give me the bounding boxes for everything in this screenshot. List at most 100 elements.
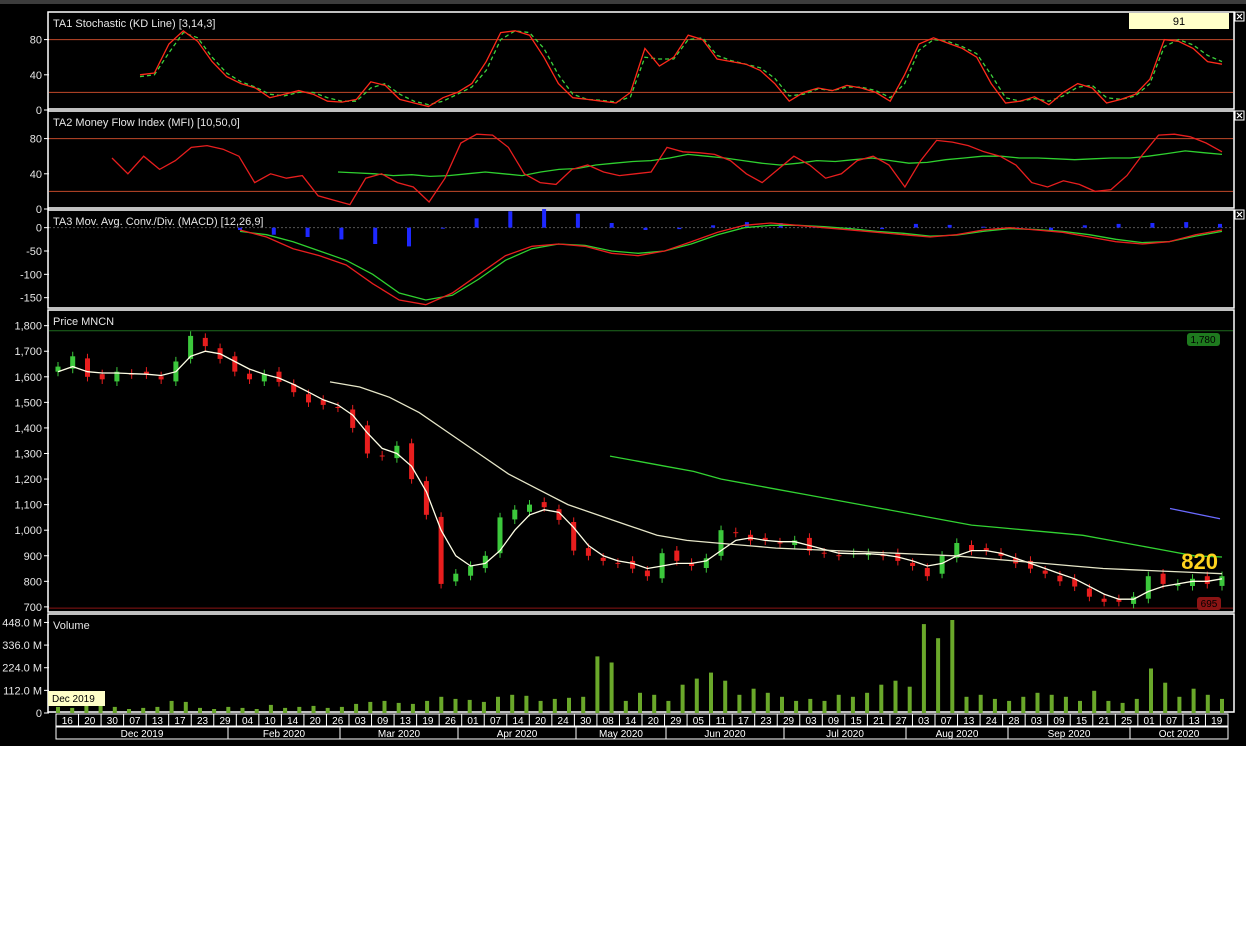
month-label: Oct 2020 bbox=[1159, 729, 1200, 740]
day-label: 01 bbox=[1144, 716, 1156, 727]
candle-body bbox=[158, 376, 164, 380]
y-tick-label: 1,500 bbox=[14, 397, 42, 409]
day-label: 03 bbox=[1031, 716, 1043, 727]
macd-hist-bar bbox=[575, 213, 580, 228]
volume-bar bbox=[552, 698, 557, 713]
day-label: 15 bbox=[1076, 716, 1088, 727]
candle-body bbox=[969, 545, 974, 551]
day-label: 24 bbox=[986, 716, 998, 727]
y-tick-label: 0 bbox=[36, 223, 42, 235]
month-label: Feb 2020 bbox=[263, 729, 306, 740]
volume-bar bbox=[751, 688, 756, 713]
day-label: 21 bbox=[873, 716, 885, 727]
day-label: 29 bbox=[219, 716, 231, 727]
last-price-label: 820 bbox=[1181, 549, 1218, 574]
candle-body bbox=[733, 532, 739, 534]
day-label: 11 bbox=[716, 716, 727, 727]
month-label: Apr 2020 bbox=[497, 729, 538, 740]
macd-hist-bar bbox=[508, 211, 513, 228]
day-label: 13 bbox=[400, 716, 412, 727]
stochastic-title: TA1 Stochastic (KD Line) [3,14,3] bbox=[53, 18, 215, 30]
day-label: 28 bbox=[1008, 716, 1020, 727]
volume-bar bbox=[950, 620, 955, 713]
y-tick-label: -150 bbox=[20, 293, 42, 305]
y-tick-label: 336.0 M bbox=[2, 640, 42, 652]
day-label: 27 bbox=[896, 716, 908, 727]
volume-bar bbox=[978, 694, 983, 713]
candle-body bbox=[836, 555, 842, 557]
volume-bar bbox=[1021, 696, 1026, 713]
volume-bar bbox=[1177, 696, 1182, 713]
volume-bar bbox=[865, 692, 870, 713]
y-tick-label: 1,600 bbox=[14, 372, 42, 384]
day-label: 14 bbox=[625, 716, 637, 727]
volume-bar bbox=[496, 696, 500, 713]
chart-canvas[interactable]: TA1 Stochastic (KD Line) [3,14,3] TA2 Mo… bbox=[0, 0, 1246, 746]
candle-body bbox=[939, 555, 945, 574]
price-title: Price MNCN bbox=[53, 316, 114, 328]
day-label: 23 bbox=[197, 716, 209, 727]
volume-bar bbox=[311, 705, 316, 713]
volume-bar bbox=[709, 672, 713, 713]
volume-bar bbox=[765, 692, 770, 713]
candle-body bbox=[247, 373, 252, 380]
candle-body bbox=[379, 455, 385, 457]
candle-body bbox=[99, 374, 105, 380]
volume-bar bbox=[1049, 694, 1054, 713]
macd-hist-bar bbox=[913, 223, 918, 228]
volume-bar bbox=[638, 692, 642, 713]
day-label: 19 bbox=[1211, 716, 1223, 727]
volume-bar bbox=[1149, 668, 1153, 713]
volume-bar bbox=[1120, 702, 1125, 713]
volume-bar bbox=[652, 694, 657, 713]
volume-bar bbox=[183, 701, 188, 713]
macd-hist-bar bbox=[271, 227, 276, 235]
candle-body bbox=[910, 562, 916, 566]
day-label: 13 bbox=[152, 716, 164, 727]
volume-bar bbox=[396, 702, 401, 713]
volume-bar bbox=[169, 700, 174, 713]
month-label: Dec 2019 bbox=[121, 729, 164, 740]
volume-bar bbox=[879, 684, 884, 713]
day-label: 20 bbox=[310, 716, 322, 727]
volume-bar bbox=[339, 706, 344, 713]
candle-body bbox=[615, 562, 621, 564]
candle-body bbox=[350, 409, 356, 428]
volume-bar bbox=[212, 709, 217, 713]
candle-body bbox=[821, 552, 827, 554]
macd-hist-bar bbox=[643, 227, 648, 230]
day-label: 07 bbox=[941, 716, 953, 727]
macd-hist-bar bbox=[339, 227, 344, 240]
candle-body bbox=[202, 337, 208, 347]
candle-body bbox=[1057, 575, 1063, 582]
candle-body bbox=[924, 568, 930, 577]
day-label: 09 bbox=[828, 716, 840, 727]
volume-bar bbox=[481, 701, 486, 713]
day-label: 14 bbox=[512, 716, 524, 727]
volume-bar bbox=[836, 694, 841, 713]
y-tick-label: -100 bbox=[20, 269, 42, 281]
month-label: Aug 2020 bbox=[936, 729, 979, 740]
volume-bar bbox=[1063, 696, 1068, 713]
close-panel-icon[interactable] bbox=[1234, 209, 1245, 220]
volume-bar bbox=[609, 662, 614, 713]
volume-bar bbox=[56, 706, 60, 713]
month-label: May 2020 bbox=[599, 729, 643, 740]
volume-bar bbox=[1035, 692, 1040, 713]
y-tick-label: 1,300 bbox=[14, 448, 42, 460]
day-label: 04 bbox=[242, 716, 254, 727]
close-panel-icon[interactable] bbox=[1234, 110, 1245, 121]
close-panel-icon[interactable] bbox=[1234, 11, 1245, 22]
volume-bar bbox=[666, 700, 671, 713]
volume-bar bbox=[1163, 682, 1168, 713]
y-tick-label: 900 bbox=[24, 551, 42, 563]
macd-hist-bar bbox=[677, 227, 682, 230]
volume-bar bbox=[141, 707, 146, 713]
month-label: Sep 2020 bbox=[1048, 729, 1091, 740]
day-label: 26 bbox=[332, 716, 344, 727]
volume-bar bbox=[325, 707, 330, 713]
volume-bar bbox=[680, 684, 685, 713]
y-tick-label: 40 bbox=[30, 169, 42, 181]
y-tick-label: 0 bbox=[36, 708, 42, 720]
day-label: 30 bbox=[580, 716, 592, 727]
